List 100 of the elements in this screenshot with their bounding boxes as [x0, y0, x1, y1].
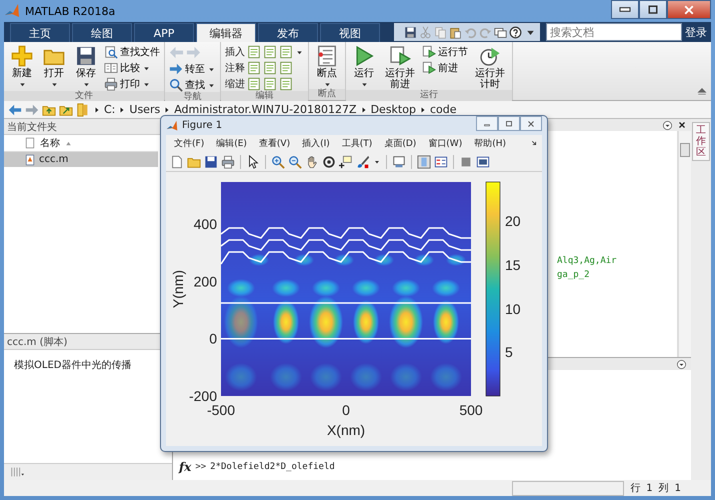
help-icon[interactable] — [509, 26, 522, 38]
x-tick-label: 0 — [342, 402, 350, 418]
search-field[interactable]: 搜索文档 — [546, 23, 682, 41]
intensity-spot — [334, 254, 354, 266]
toolbar-button[interactable]: 比较 — [104, 61, 160, 75]
login-link[interactable]: 登录 — [685, 24, 707, 40]
minimize-button[interactable] — [611, 0, 639, 19]
intensity-spot — [310, 363, 342, 391]
close-button[interactable] — [667, 0, 711, 19]
close-icon[interactable] — [677, 120, 687, 130]
compare-icon — [104, 61, 118, 75]
ribbon-tab[interactable]: 编辑器 — [196, 23, 256, 42]
path-segment[interactable]: Administrator.WIN7U-20180127Z — [174, 103, 357, 116]
document-icon[interactable] — [247, 77, 261, 91]
menu-item[interactable]: 文件(F) — [174, 137, 204, 150]
grip-icon[interactable] — [10, 465, 24, 479]
menu-arrow-icon[interactable] — [530, 139, 539, 148]
hand-icon[interactable] — [305, 154, 319, 168]
zoom-out-icon[interactable] — [288, 154, 302, 168]
colorbar-icon[interactable] — [417, 154, 431, 168]
dropdown-circle-icon[interactable] — [662, 120, 673, 130]
restore-button[interactable] — [498, 116, 520, 131]
toolbar-label[interactable]: 插入 — [225, 45, 245, 59]
window-switch-icon[interactable] — [494, 26, 507, 38]
legend-icon[interactable] — [434, 154, 448, 168]
toolbar-button[interactable]: 打开 — [40, 45, 68, 91]
toolbar-button[interactable]: 前进 — [422, 61, 468, 75]
menu-item[interactable]: 插入(I) — [302, 137, 330, 150]
document-icon[interactable] — [263, 61, 277, 75]
pointer-icon[interactable] — [246, 154, 260, 168]
toolbar-button[interactable]: 断点 — [313, 45, 341, 89]
figure-title: Figure 1 — [182, 120, 224, 131]
brush-icon[interactable] — [356, 154, 370, 168]
document-icon[interactable] — [263, 77, 277, 91]
menu-item[interactable]: 窗口(W) — [428, 137, 462, 150]
toolbar-button[interactable]: 打印 — [104, 77, 160, 91]
ribbon-tab[interactable]: 主页 — [10, 23, 70, 42]
workspace-tab[interactable]: 工作区 — [692, 122, 710, 161]
command-prompt: >> — [195, 462, 206, 472]
path-segment[interactable]: Desktop — [370, 103, 416, 116]
menu-item[interactable]: 查看(V) — [258, 137, 290, 150]
printer-icon[interactable] — [221, 154, 235, 168]
document-icon[interactable] — [279, 61, 293, 75]
clipboard-icon[interactable] — [449, 26, 462, 38]
close-button[interactable] — [520, 116, 542, 131]
new-file-icon[interactable] — [170, 154, 184, 168]
save-icon[interactable] — [404, 26, 417, 38]
maximize-button[interactable] — [639, 0, 667, 19]
y-tick-label: 200 — [194, 273, 217, 290]
intensity-spot — [353, 300, 379, 344]
document-icon[interactable] — [247, 61, 261, 75]
breadcrumb-arrow-icon — [93, 106, 101, 114]
rotate-icon[interactable] — [322, 154, 336, 168]
toolbar-button[interactable]: 运行并前进 — [382, 45, 418, 90]
save-icon[interactable] — [204, 154, 218, 168]
path-segment[interactable]: code — [430, 103, 456, 116]
ribbon-tab[interactable]: 视图 — [320, 23, 380, 42]
command-input[interactable]: 2*Dolefield2*D_olefield — [210, 462, 335, 472]
file-search-icon — [104, 45, 118, 59]
zoom-in-icon[interactable] — [271, 154, 285, 168]
left-arrow-icon[interactable] — [8, 102, 22, 116]
square-icon[interactable] — [459, 154, 473, 168]
document-icon[interactable] — [263, 45, 277, 59]
menu-item[interactable]: 桌面(D) — [384, 137, 416, 150]
menu-item[interactable]: 帮助(H) — [474, 137, 506, 150]
collapse-icon[interactable] — [697, 86, 707, 96]
window-icon[interactable] — [476, 154, 490, 168]
intensity-spot — [432, 279, 460, 297]
dropdown-circle-icon[interactable] — [676, 358, 687, 370]
file-name: ccc.m — [39, 154, 68, 165]
ribbon-tab[interactable]: 发布 — [258, 23, 318, 42]
toolbar-button[interactable]: 查找文件 — [104, 45, 160, 59]
function-browser-button[interactable]: fx — [179, 460, 192, 474]
file-row[interactable]: ccc.m — [4, 152, 158, 167]
menu-item[interactable]: 工具(T) — [342, 137, 372, 150]
toolbar-button[interactable]: 新建 — [8, 45, 36, 91]
colorbar-tick-label: 5 — [505, 344, 513, 360]
toolbar-button[interactable]: 运行 — [350, 45, 378, 90]
ribbon-tab[interactable]: APP — [134, 23, 194, 42]
document-icon[interactable] — [279, 77, 293, 91]
scrollbar[interactable] — [678, 131, 691, 357]
intensity-spot — [390, 363, 422, 391]
toolbar-button[interactable]: 保存 — [72, 45, 100, 91]
document-icon[interactable] — [247, 45, 261, 59]
path-segment[interactable]: Users — [129, 103, 160, 116]
toolbar-label[interactable]: 注释 — [225, 61, 245, 75]
toolbar-button[interactable]: 运行并计时 — [472, 45, 508, 90]
ribbon-tab[interactable]: 绘图 — [72, 23, 132, 42]
toolbar-button[interactable]: 运行节 — [422, 45, 468, 59]
path-segment[interactable]: C: — [104, 103, 116, 116]
document-icon[interactable] — [279, 45, 293, 59]
intensity-spot — [430, 363, 462, 391]
intensity-spot — [270, 363, 302, 391]
x-tick-label: 500 — [459, 402, 483, 418]
linked-plot-icon[interactable] — [392, 154, 406, 168]
data-cursor-icon[interactable] — [339, 154, 353, 168]
logo-icon — [166, 120, 178, 132]
group-label: 编辑 — [221, 91, 308, 102]
toolbar-label[interactable]: 缩进 — [225, 77, 245, 91]
menu-item[interactable]: 编辑(E) — [216, 137, 247, 150]
